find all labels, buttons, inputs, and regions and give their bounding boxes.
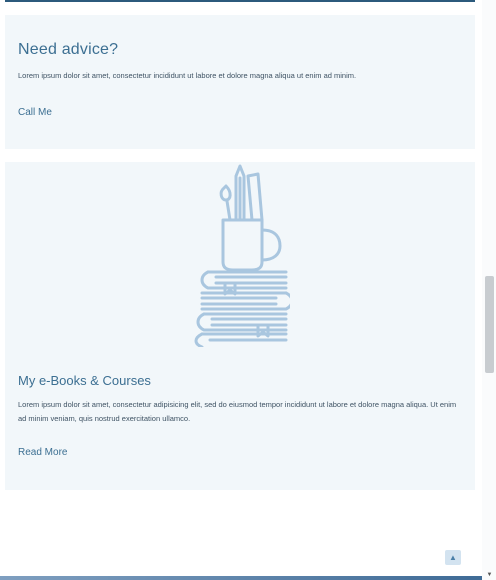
ebooks-title: My e-Books & Courses xyxy=(18,373,151,388)
vertical-scrollbar[interactable]: ▼ xyxy=(482,0,496,580)
top-divider xyxy=(5,0,475,2)
advice-card: Need advice? Lorem ipsum dolor sit amet,… xyxy=(5,15,475,149)
back-to-top-button[interactable]: ▲ xyxy=(445,550,461,565)
advice-description: Lorem ipsum dolor sit amet, consectetur … xyxy=(18,71,357,80)
advice-title: Need advice? xyxy=(18,41,119,58)
books-and-pencil-cup-icon xyxy=(190,162,294,349)
scroll-down-arrow-icon[interactable]: ▼ xyxy=(485,571,494,579)
read-more-link[interactable]: Read More xyxy=(18,447,67,458)
scrollbar-thumb[interactable] xyxy=(485,276,494,373)
bottom-bar xyxy=(0,576,482,580)
ebooks-card: My e-Books & Courses Lorem ipsum dolor s… xyxy=(5,162,475,490)
ebooks-description: Lorem ipsum dolor sit amet, consectetur … xyxy=(18,400,457,423)
chevron-up-icon: ▲ xyxy=(449,553,457,562)
call-me-link[interactable]: Call Me xyxy=(18,107,52,118)
